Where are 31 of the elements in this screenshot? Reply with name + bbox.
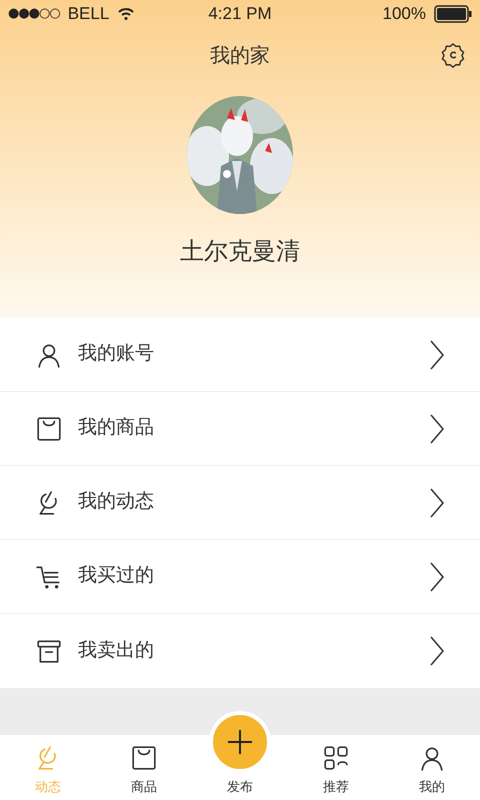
- settings-button[interactable]: [440, 42, 466, 68]
- wifi-icon: [117, 7, 136, 21]
- menu-label: 我的动态: [78, 490, 155, 514]
- battery-icon: [434, 5, 472, 23]
- chevron-right-icon: [430, 340, 444, 370]
- box-icon: [36, 638, 62, 664]
- bag-icon: [36, 416, 62, 442]
- grid-icon: [323, 744, 349, 770]
- plus-icon: [227, 728, 253, 754]
- menu-label: 我卖出的: [78, 638, 155, 663]
- chevron-right-icon: [430, 636, 444, 666]
- tab-label: 发布: [227, 778, 253, 796]
- battery-percent: 100%: [382, 3, 426, 26]
- menu-label: 我买过的: [78, 564, 155, 588]
- person-icon: [419, 744, 445, 770]
- user-name: 土尔克曼清: [180, 237, 300, 267]
- page-title: 我的家: [210, 44, 270, 69]
- tab-item[interactable]: 我的: [384, 744, 480, 796]
- chevron-right-icon: [430, 414, 444, 444]
- menu-label: 我的账号: [78, 342, 155, 366]
- person-icon: [36, 342, 62, 368]
- carrier-name: BELL: [68, 3, 110, 26]
- tab-item[interactable]: 推荐: [288, 744, 384, 796]
- chevron-right-icon: [430, 562, 444, 592]
- menu-label: 我的商品: [78, 416, 155, 440]
- signal-indicator: ●●●○○: [8, 5, 60, 24]
- bag-icon: [131, 744, 157, 770]
- status-time: 4:21 PM: [208, 3, 272, 26]
- tab-item[interactable]: 商品: [96, 744, 192, 796]
- chevron-right-icon: [430, 488, 444, 518]
- cart-icon: [36, 564, 62, 590]
